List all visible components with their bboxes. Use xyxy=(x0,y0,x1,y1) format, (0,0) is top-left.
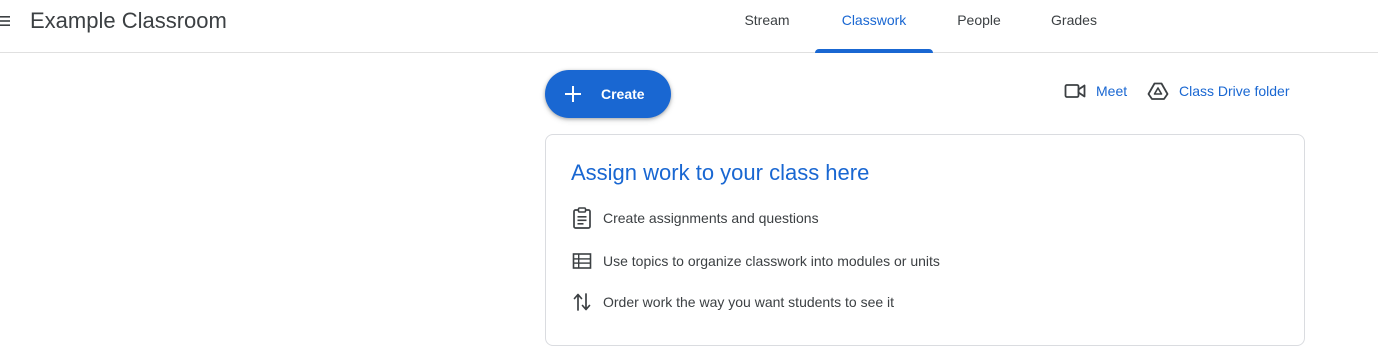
tip-text: Use topics to organize classwork into mo… xyxy=(603,253,940,269)
tip-item: Order work the way you want students to … xyxy=(571,291,894,313)
reorder-arrows-icon xyxy=(571,291,593,313)
tab-people-label: People xyxy=(957,12,1001,28)
tab-classwork-label: Classwork xyxy=(841,12,907,28)
class-drive-folder-label: Class Drive folder xyxy=(1179,83,1290,99)
tab-grades[interactable]: Grades xyxy=(1044,0,1104,53)
tab-people[interactable]: People xyxy=(949,0,1009,53)
class-title[interactable]: Example Classroom xyxy=(30,8,227,34)
card-title: Assign work to your class here xyxy=(571,160,870,185)
drive-icon xyxy=(1147,82,1169,100)
class-drive-folder-link[interactable]: Class Drive folder xyxy=(1147,80,1289,102)
active-tab-indicator xyxy=(815,49,933,53)
create-button-label: Create xyxy=(601,86,645,102)
clipboard-icon xyxy=(571,207,593,229)
tab-stream[interactable]: Stream xyxy=(736,0,798,53)
meet-link[interactable]: Meet xyxy=(1064,80,1127,102)
tip-text: Order work the way you want students to … xyxy=(603,294,895,310)
tab-grades-label: Grades xyxy=(1051,12,1097,28)
empty-state-card: Assign work to your class here Create as… xyxy=(545,134,1305,346)
meet-link-label: Meet xyxy=(1096,83,1128,99)
topic-list-icon xyxy=(571,250,593,272)
hamburger-menu-icon[interactable] xyxy=(0,14,10,28)
create-button[interactable]: Create xyxy=(545,70,671,118)
top-app-bar: Example Classroom Stream Classwork Peopl… xyxy=(0,0,1378,53)
classwork-page: Example Classroom Stream Classwork Peopl… xyxy=(0,0,1378,360)
tip-text: Create assignments and questions xyxy=(603,210,819,226)
tip-item: Create assignments and questions xyxy=(571,207,819,229)
video-camera-icon xyxy=(1064,84,1086,98)
tip-item: Use topics to organize classwork into mo… xyxy=(571,250,940,272)
plus-icon xyxy=(565,86,581,102)
tab-classwork[interactable]: Classwork xyxy=(815,0,933,53)
tab-stream-label: Stream xyxy=(744,12,790,28)
